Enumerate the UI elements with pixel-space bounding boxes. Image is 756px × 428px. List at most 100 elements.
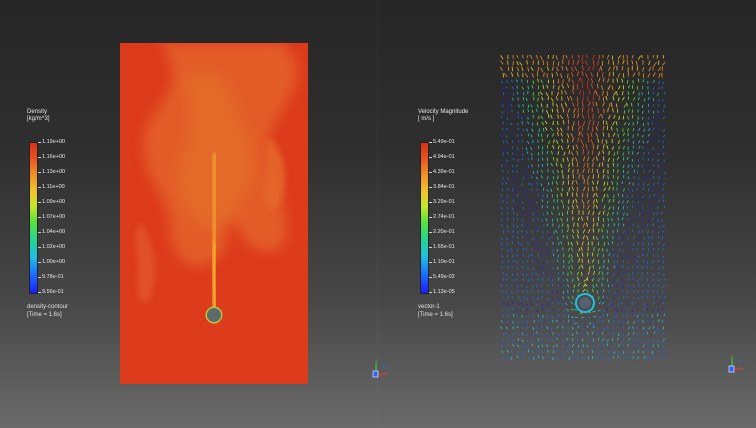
velocity-vector-arrow (543, 72, 545, 77)
velocity-vector-arrow (572, 355, 574, 359)
velocity-vector-arrow (542, 108, 544, 113)
velocity-vector-arrow (612, 108, 614, 113)
velocity-vector-arrow (531, 260, 534, 264)
velocity-vector-arrow (501, 289, 503, 293)
velocity-vector-arrow (557, 314, 560, 318)
velocity-vector-arrow (567, 206, 570, 211)
legend-title-line1: Density (27, 109, 48, 115)
velocity-vector-arrow (506, 349, 509, 353)
velocity-vector-arrow (657, 92, 659, 96)
velocity-vector-arrow (586, 78, 590, 84)
velocity-vector-arrow (613, 265, 616, 269)
velocity-vector-arrow (516, 350, 520, 353)
velocity-vector-arrow (662, 224, 665, 228)
velocity-vector-arrow (591, 83, 593, 89)
velocity-vector-arrow (616, 156, 620, 161)
velocity-vector-arrow (647, 188, 650, 192)
velocity-vector-arrow (566, 191, 569, 197)
velocity-vector-arrow (522, 260, 524, 264)
velocity-vector-arrow (583, 162, 586, 168)
velocity-vector-arrow (531, 207, 533, 210)
velocity-vector-arrow (622, 272, 625, 275)
velocity-vector-arrow (557, 145, 560, 150)
velocity-vector-arrow (613, 194, 615, 199)
velocity-vector-arrow (555, 95, 558, 101)
velocity-vector-arrow (622, 55, 624, 60)
velocity-vector-arrow (582, 156, 586, 162)
velocity-vector-arrow (598, 95, 600, 101)
velocity-vector-arrow (573, 121, 575, 126)
colorbar-tick-label: 1.19e+00 (42, 139, 66, 145)
velocity-vector-arrow (532, 218, 534, 222)
velocity-vector-arrow (570, 132, 574, 138)
velocity-vector-arrow (531, 128, 534, 132)
velocity-vector-arrow (617, 150, 619, 155)
velocity-vector-arrow (532, 267, 534, 270)
velocity-vector-arrow (606, 271, 609, 275)
velocity-vector-arrow (663, 92, 666, 95)
velocity-vector-arrow (557, 151, 560, 156)
colorbar-tick-mark (38, 187, 41, 188)
velocity-vector-arrow (612, 65, 615, 71)
velocity-vector-arrow (622, 230, 625, 234)
legend-title-line1: Velocity Magnitude (418, 109, 469, 115)
velocity-vector-arrow (632, 127, 635, 132)
colorbar-tick-mark (429, 262, 432, 263)
velocity-vector-arrow (521, 332, 524, 336)
velocity-vector-arrow (606, 235, 609, 240)
left-viewport[interactable]: Density [kg/m^3] 1.19e+00 1.16e+00 1.13e+0… (0, 0, 387, 428)
velocity-vector-arrow (560, 192, 563, 197)
velocity-vector-arrow (574, 309, 578, 311)
velocity-vector-arrow (531, 343, 534, 347)
velocity-vector-arrow (568, 356, 571, 360)
velocity-vector-arrow (556, 121, 559, 126)
velocity-vector-arrow (632, 212, 635, 216)
velocity-vector-arrow (546, 109, 549, 114)
velocity-vector-arrow (583, 179, 585, 185)
velocity-vector-arrow (553, 139, 555, 144)
velocity-vector-arrow (587, 204, 590, 210)
velocity-vector-arrow (622, 138, 625, 143)
velocity-vector-arrow (607, 107, 609, 113)
velocity-vector-arrow (626, 170, 630, 174)
velocity-vector-arrow (576, 253, 579, 258)
velocity-vector-arrow (546, 332, 549, 336)
velocity-vector-arrow (657, 271, 660, 275)
velocity-vector-arrow (613, 152, 616, 157)
velocity-vector-arrow (632, 97, 636, 101)
velocity-vector-arrow (598, 301, 602, 305)
velocity-vector-arrow (638, 194, 640, 197)
density-contour-plot[interactable] (120, 43, 308, 384)
velocity-vector-plot[interactable] (500, 55, 668, 363)
velocity-vector-arrow (510, 248, 513, 252)
velocity-vector-arrow (642, 247, 645, 251)
velocity-vector-arrow (575, 198, 578, 204)
velocity-vector-arrow (556, 236, 559, 241)
velocity-vector-arrow (557, 325, 559, 329)
velocity-vector-arrow (578, 131, 581, 137)
velocity-vector-arrow (574, 66, 578, 72)
velocity-vector-arrow (557, 131, 559, 137)
velocity-vector-arrow (652, 171, 656, 174)
velocity-vector-arrow (521, 79, 523, 83)
velocity-vector-arrow (556, 259, 559, 263)
velocity-vector-arrow (550, 97, 554, 102)
velocity-vector-arrow (652, 247, 655, 251)
velocity-vector-arrow (653, 331, 656, 335)
colorbar-tick-label: 1.13e-05 (433, 289, 455, 295)
velocity-vector-arrow (630, 102, 633, 107)
velocity-vector-arrow (537, 145, 540, 149)
velocity-vector-arrow (623, 212, 625, 216)
velocity-vector-arrow (536, 188, 538, 192)
velocity-vector-arrow (521, 66, 524, 72)
velocity-vector-arrow (607, 217, 609, 222)
velocity-vector-arrow (636, 66, 639, 71)
velocity-vector-arrow (552, 253, 555, 257)
legend-title-line2: [kg/m^3] (27, 116, 50, 122)
velocity-vector-arrow (647, 212, 650, 215)
velocity-vector-arrow (584, 60, 588, 66)
velocity-vector-arrow (507, 343, 509, 347)
velocity-vector-arrow (582, 102, 584, 108)
velocity-vector-arrow (657, 331, 660, 335)
velocity-vector-arrow (586, 331, 589, 335)
